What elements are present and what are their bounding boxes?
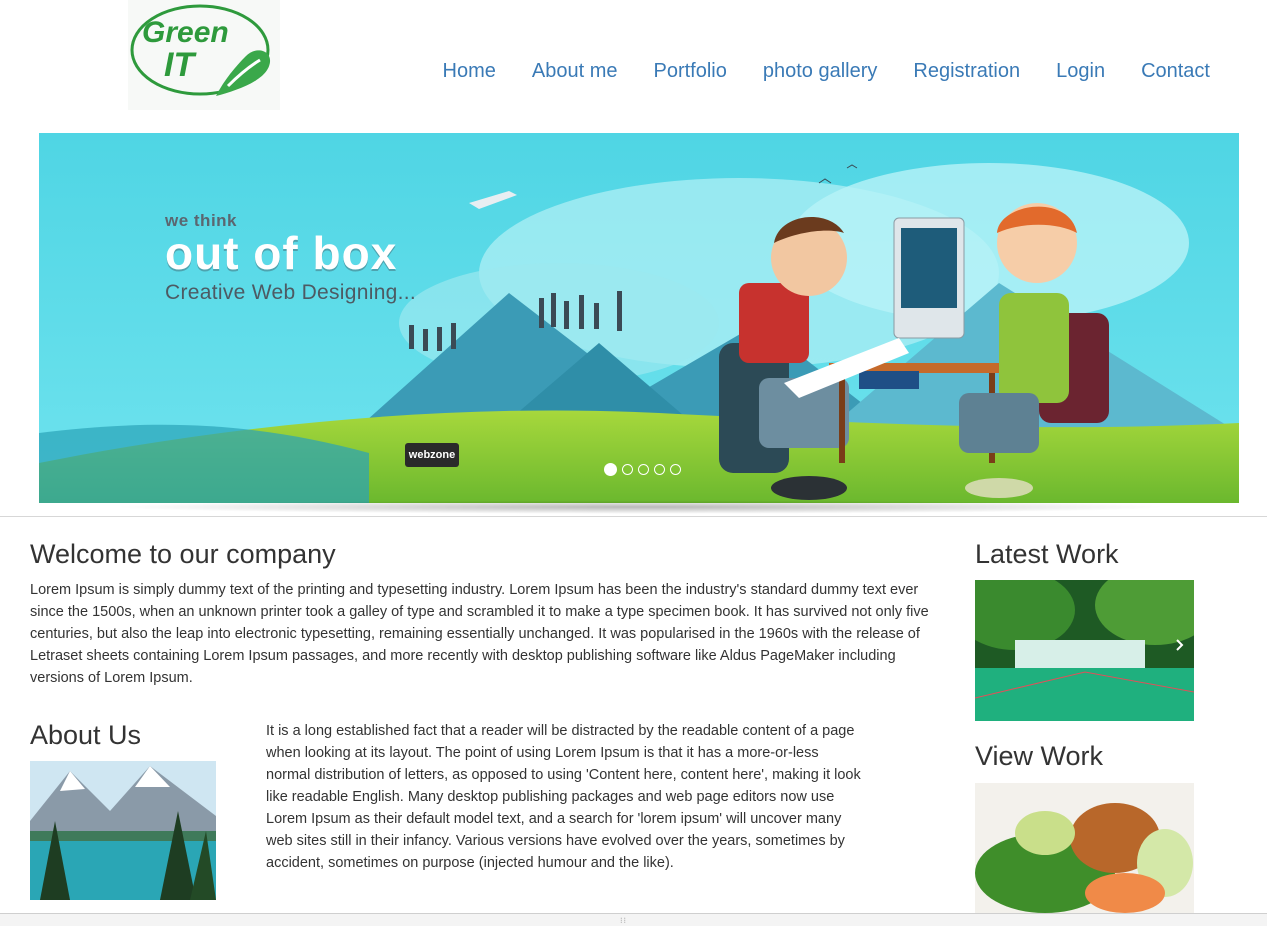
slider-dot-1[interactable] — [604, 463, 617, 476]
hero-banner[interactable]: we think out of box Creative Web Designi… — [39, 133, 1239, 503]
view-work-image[interactable] — [975, 783, 1194, 915]
about-title: About Us — [30, 720, 142, 750]
slider-dot-2[interactable] — [622, 464, 633, 475]
slider-dot-3[interactable] — [638, 464, 649, 475]
logo-text-green: Green — [142, 16, 229, 49]
nav-home[interactable]: Home — [443, 58, 496, 84]
nav-registration[interactable]: Registration — [913, 58, 1020, 84]
nav-contact[interactable]: Contact — [1141, 58, 1210, 84]
content-panel: Welcome to our company Lorem Ipsum is si… — [0, 516, 1267, 915]
nav-portfolio[interactable]: Portfolio — [654, 58, 727, 84]
view-work-title: View Work — [975, 741, 1104, 771]
nav-about-me[interactable]: About me — [532, 58, 618, 84]
banner-slogan: we think out of box Creative Web Designi… — [165, 211, 416, 305]
welcome-text: Lorem Ipsum is simply dummy text of the … — [30, 582, 929, 686]
site-logo[interactable]: Green IT — [128, 0, 280, 110]
logo-text-it: IT — [164, 46, 197, 84]
slider-dot-5[interactable] — [670, 464, 681, 475]
banner-shadow — [110, 500, 1170, 514]
slogan-sub: Creative Web Designing... — [165, 281, 417, 304]
nav-login[interactable]: Login — [1056, 58, 1105, 84]
latest-work-title: Latest Work — [975, 539, 1119, 569]
slider-dots — [604, 463, 686, 476]
status-bar: ⁝⁝ — [0, 913, 1267, 926]
banner-illustration — [39, 133, 1239, 503]
webzone-badge: webzone — [405, 443, 459, 467]
latest-work-image[interactable] — [975, 580, 1194, 721]
about-text: It is a long established fact that a rea… — [266, 723, 861, 871]
slogan-big: out of box — [165, 227, 398, 279]
welcome-title: Welcome to our company — [30, 539, 336, 569]
nav-photo-gallery[interactable]: photo gallery — [763, 58, 878, 84]
main-nav: Home About me Portfolio photo gallery Re… — [443, 58, 1210, 84]
slider-dot-4[interactable] — [654, 464, 665, 475]
about-lake-image — [30, 761, 216, 900]
resize-grip-icon[interactable]: ⁝⁝ — [620, 916, 627, 925]
